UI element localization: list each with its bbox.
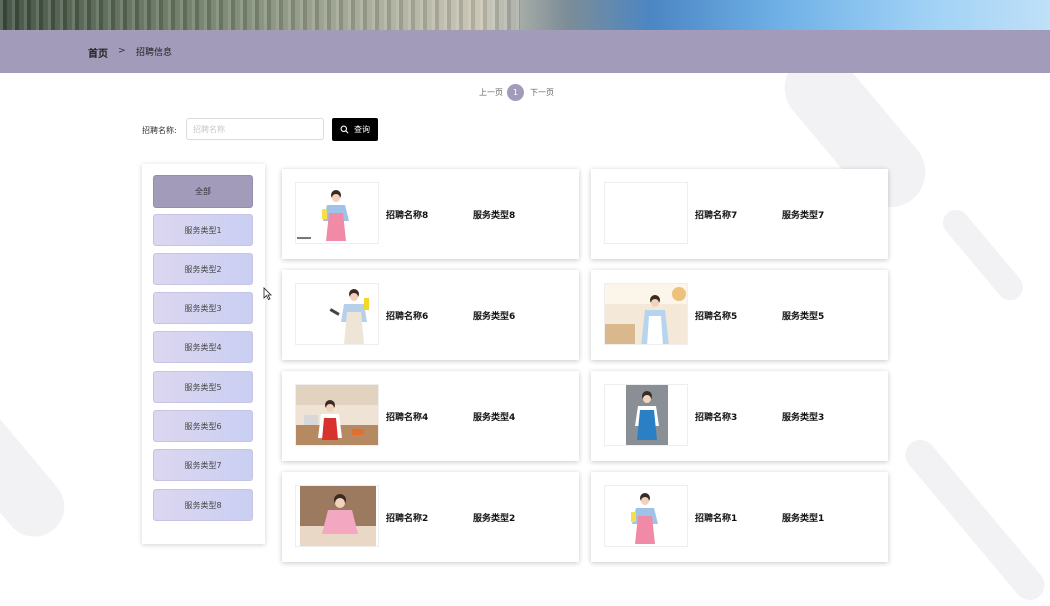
job-name: 招聘名称1 [695, 514, 738, 524]
category-sidebar: 全部 服务类型1 服务类型2 服务类型3 服务类型4 服务类型5 服务类型6 服… [142, 164, 265, 544]
category-item[interactable]: 服务类型3 [153, 292, 253, 324]
category-item[interactable]: 服务类型5 [153, 371, 253, 403]
job-service-type: 服务类型8 [473, 211, 516, 221]
job-card[interactable]: 招聘名称1 服务类型1 [591, 472, 888, 562]
job-name: 招聘名称5 [695, 312, 738, 322]
job-service-type: 服务类型4 [473, 413, 516, 423]
breadcrumb-home-link[interactable]: 首页 [88, 45, 108, 60]
category-item[interactable]: 服务类型7 [153, 449, 253, 481]
mouse-pointer-icon [263, 285, 272, 304]
job-thumbnail-image [604, 485, 688, 547]
next-page-button[interactable]: 下一页 [530, 87, 554, 98]
header-banner-image [0, 0, 1050, 30]
job-thumbnail-image [295, 182, 379, 244]
job-card[interactable]: 招聘名称2 服务类型2 [282, 472, 579, 562]
job-name: 招聘名称6 [386, 312, 429, 322]
search-button[interactable]: 查询 [332, 118, 378, 141]
job-name: 招聘名称4 [386, 413, 429, 423]
job-card[interactable]: 招聘名称4 服务类型4 [282, 371, 579, 461]
page-number-button[interactable]: 1 [507, 84, 524, 101]
category-item[interactable]: 服务类型6 [153, 410, 253, 442]
search-label: 招聘名称: [142, 126, 177, 135]
job-card[interactable]: 招聘名称8 服务类型8 [282, 169, 579, 259]
breadcrumb: 首页 > 招聘信息 [0, 30, 1050, 73]
job-service-type: 服务类型2 [473, 514, 516, 524]
job-thumbnail-image [295, 485, 379, 547]
job-thumbnail-image [295, 384, 379, 446]
background-stripe [0, 311, 77, 549]
background-stripe [899, 433, 1050, 606]
job-thumbnail-image [604, 182, 688, 244]
job-name: 招聘名称3 [695, 413, 738, 423]
job-service-type: 服务类型5 [782, 312, 825, 322]
category-all-button[interactable]: 全部 [153, 175, 253, 208]
search-icon [340, 125, 349, 134]
job-name: 招聘名称2 [386, 514, 429, 524]
breadcrumb-current: 招聘信息 [136, 48, 173, 58]
category-item[interactable]: 服务类型8 [153, 489, 253, 521]
job-service-type: 服务类型1 [782, 514, 825, 524]
category-item[interactable]: 服务类型4 [153, 331, 253, 363]
job-service-type: 服务类型6 [473, 312, 516, 322]
job-card[interactable]: 招聘名称5 服务类型5 [591, 270, 888, 360]
search-button-label: 查询 [354, 125, 370, 134]
pagination: 上一页 1 下一页 [0, 84, 1050, 101]
job-service-type: 服务类型3 [782, 413, 825, 423]
job-card[interactable]: 招聘名称6 服务类型6 [282, 270, 579, 360]
prev-page-button[interactable]: 上一页 [479, 87, 503, 98]
category-item[interactable]: 服务类型1 [153, 214, 253, 246]
job-name: 招聘名称7 [695, 211, 738, 221]
job-name: 招聘名称8 [386, 211, 429, 221]
banner-town-texture [0, 0, 520, 30]
job-card[interactable]: 招聘名称3 服务类型3 [591, 371, 888, 461]
background-stripe [937, 204, 1029, 306]
job-service-type: 服务类型7 [782, 211, 825, 221]
job-card[interactable]: 招聘名称7 服务类型7 [591, 169, 888, 259]
breadcrumb-separator: > [118, 46, 126, 56]
job-thumbnail-image [295, 283, 379, 345]
search-input[interactable] [186, 118, 324, 140]
job-thumbnail-image [604, 283, 688, 345]
job-thumbnail-image [604, 384, 688, 446]
category-item[interactable]: 服务类型2 [153, 253, 253, 285]
